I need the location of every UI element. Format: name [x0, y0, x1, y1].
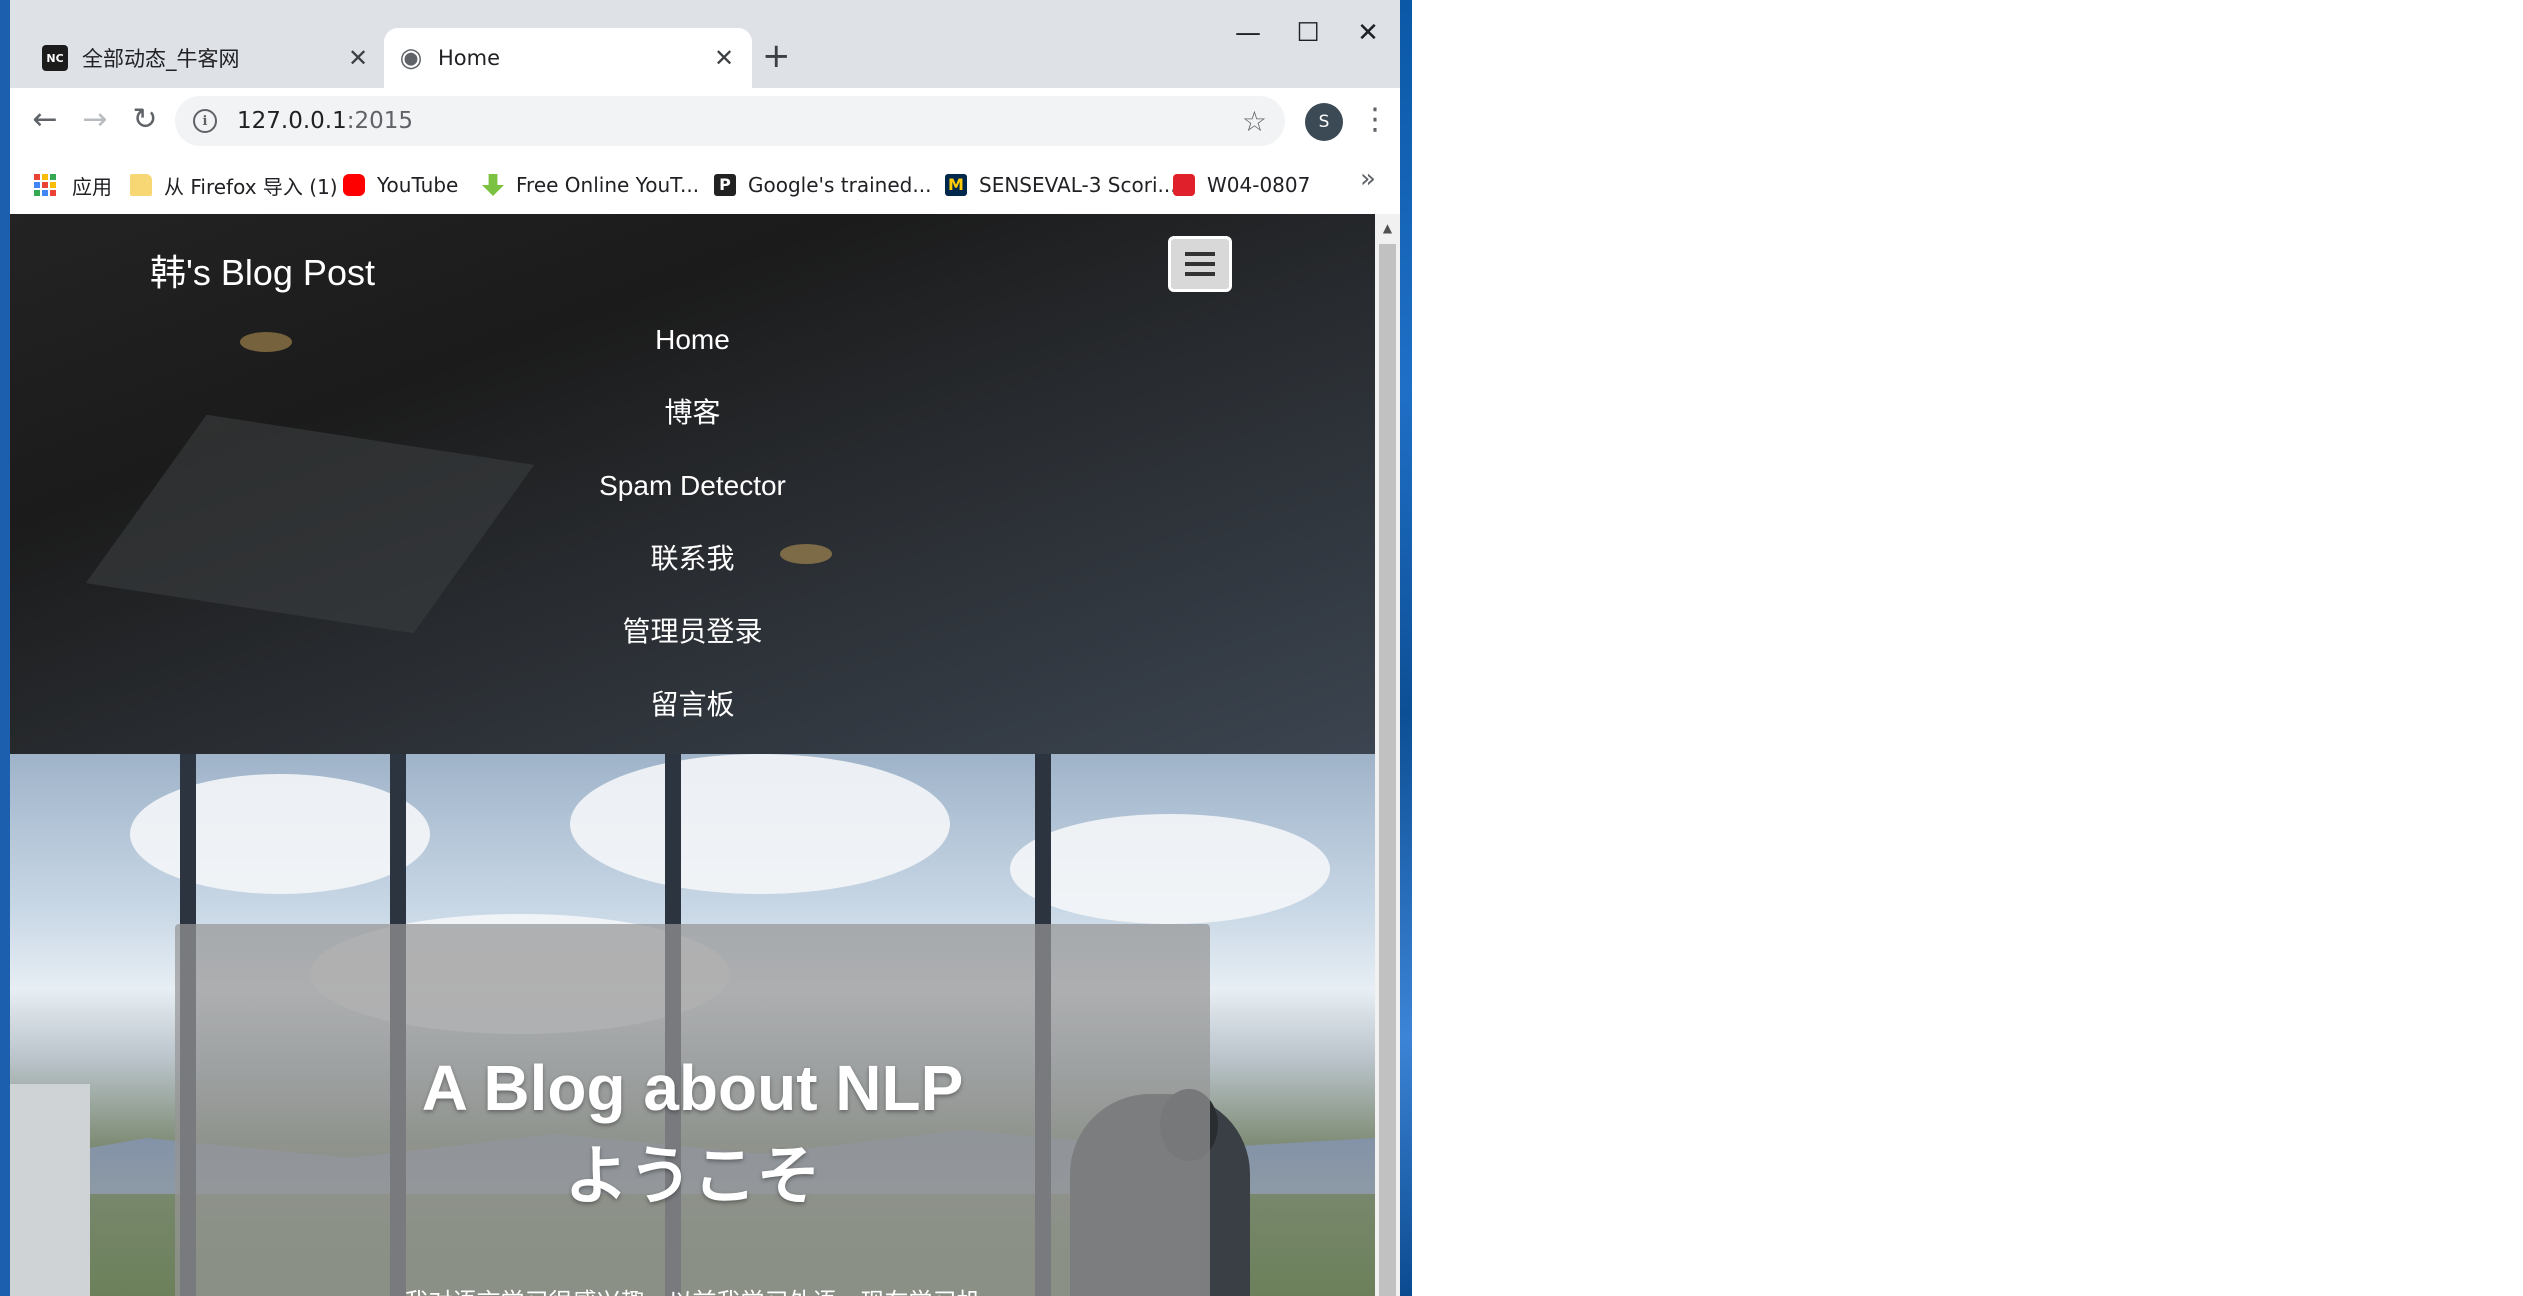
- url-text[interactable]: 127.0.0.1:2015: [237, 108, 413, 134]
- hero-title-line2: ようこそ: [564, 1140, 821, 1212]
- youtube-icon: [343, 174, 365, 196]
- p-icon: P: [714, 174, 736, 196]
- nav-link-admin-login[interactable]: 管理员登录: [10, 608, 1375, 681]
- tab-title: 全部动态_牛客网: [82, 47, 240, 71]
- globe-icon: ◉: [399, 43, 423, 73]
- bookmark-w04-0807[interactable]: W04-0807: [1173, 168, 1310, 202]
- hero-title-line1: A Blog about NLP: [421, 1052, 964, 1124]
- nav-link-contact[interactable]: 联系我: [10, 535, 1375, 608]
- bookmarks-bar: 应用 从 Firefox 导入 (1) YouTube Free Online …: [10, 156, 1400, 215]
- nav-link-spam-detector[interactable]: Spam Detector: [10, 462, 1375, 535]
- scroll-up-arrow-icon[interactable]: ▲: [1375, 214, 1400, 242]
- vertical-scrollbar[interactable]: ▲: [1375, 214, 1400, 1296]
- tab-nowcoder[interactable]: NC 全部动态_牛客网 ✕: [28, 28, 386, 88]
- bookmark-free-online-youtube[interactable]: Free Online YouT...: [482, 168, 699, 202]
- new-tab-button[interactable]: +: [762, 36, 791, 76]
- browser-toolbar: ← → ↻ i 127.0.0.1:2015 ☆ S ⋮: [10, 88, 1400, 156]
- apps-icon: [34, 174, 56, 196]
- page-viewport: 韩's Blog Post Home 博客 Spam Detector 联系我 …: [10, 214, 1400, 1296]
- bookmark-label: Google's trained...: [748, 173, 932, 197]
- building-image: [10, 1084, 90, 1296]
- bookmark-apps[interactable]: 应用: [34, 168, 112, 202]
- bookmark-label: W04-0807: [1207, 173, 1311, 197]
- maximize-button[interactable]: ☐: [1288, 18, 1328, 48]
- info-icon[interactable]: i: [193, 109, 217, 133]
- desktop-background: [1412, 0, 2523, 1296]
- close-icon[interactable]: ✕: [710, 44, 738, 72]
- address-bar[interactable]: i 127.0.0.1:2015 ☆: [175, 96, 1285, 146]
- browser-window: NC 全部动态_牛客网 ✕ ◉ Home ✕ + — ☐ ✕ ← → ↻ i 1…: [0, 0, 1400, 1296]
- bookmark-senseval[interactable]: M SENSEVAL-3 Scori...: [945, 168, 1177, 202]
- hamburger-line: [1185, 262, 1215, 266]
- site-brand[interactable]: 韩's Blog Post: [150, 244, 375, 296]
- nav-link-blog[interactable]: 博客: [10, 389, 1375, 462]
- nav-menu: Home 博客 Spam Detector 联系我 管理员登录 留言板: [10, 316, 1375, 754]
- desktop-taskbar-edge: [1400, 0, 1412, 1296]
- hamburger-line: [1185, 272, 1215, 276]
- tab-strip: NC 全部动态_牛客网 ✕ ◉ Home ✕ + — ☐ ✕: [10, 0, 1400, 88]
- nav-link-home[interactable]: Home: [10, 316, 1375, 389]
- bookmarks-overflow-icon[interactable]: »: [1360, 164, 1376, 194]
- back-arrow-icon[interactable]: ←: [25, 100, 65, 140]
- url-host: 127.0.0.1: [237, 108, 347, 134]
- bookmark-label: SENSEVAL-3 Scori...: [979, 173, 1177, 197]
- umich-icon: M: [945, 174, 967, 196]
- bookmark-label: 应用: [72, 174, 112, 199]
- site-navbar: 韩's Blog Post Home 博客 Spam Detector 联系我 …: [10, 214, 1375, 754]
- hero-section: A Blog about NLP ようこそ 我对语言学习很感兴趣，以前我学习外语…: [10, 754, 1375, 1296]
- navbar-toggler-button[interactable]: [1168, 236, 1232, 292]
- reload-icon[interactable]: ↻: [125, 100, 165, 140]
- hero-subtitle: 我对语言学习很感兴趣，以前我学习外语，现在学习机: [175, 1282, 1210, 1296]
- tab-title: Home: [438, 46, 501, 70]
- window-left-border: [0, 0, 10, 1296]
- hero-title: A Blog about NLP ようこそ: [175, 1044, 1210, 1220]
- minimize-button[interactable]: —: [1228, 18, 1268, 48]
- url-port: :2015: [346, 108, 414, 134]
- nowcoder-favicon-icon: NC: [42, 45, 68, 71]
- acrobat-icon: [1173, 174, 1195, 196]
- bookmark-star-icon[interactable]: ☆: [1242, 105, 1267, 138]
- bookmark-label: Free Online YouT...: [516, 173, 700, 197]
- scroll-thumb[interactable]: [1379, 244, 1396, 1296]
- window-close-button[interactable]: ✕: [1348, 18, 1388, 48]
- download-arrow-icon: [482, 174, 504, 196]
- folder-icon: [130, 174, 152, 196]
- tab-home[interactable]: ◉ Home ✕: [384, 28, 752, 88]
- bookmark-google-trained[interactable]: P Google's trained...: [714, 168, 931, 202]
- bookmark-youtube[interactable]: YouTube: [343, 168, 458, 202]
- menu-dots-icon[interactable]: ⋮: [1360, 102, 1390, 137]
- hero-card: A Blog about NLP ようこそ 我对语言学习很感兴趣，以前我学习外语…: [175, 924, 1210, 1296]
- forward-arrow-icon[interactable]: →: [75, 100, 115, 140]
- profile-avatar[interactable]: S: [1305, 103, 1343, 141]
- bookmark-firefox-import[interactable]: 从 Firefox 导入 (1): [130, 168, 338, 202]
- bookmark-label: 从 Firefox 导入 (1): [164, 174, 338, 199]
- nav-link-guestbook[interactable]: 留言板: [10, 681, 1375, 754]
- cloud-image: [130, 774, 430, 894]
- hamburger-line: [1185, 252, 1215, 256]
- cloud-image: [1010, 814, 1330, 924]
- close-icon[interactable]: ✕: [344, 44, 372, 72]
- cloud-image: [570, 754, 950, 894]
- bookmark-label: YouTube: [377, 173, 459, 197]
